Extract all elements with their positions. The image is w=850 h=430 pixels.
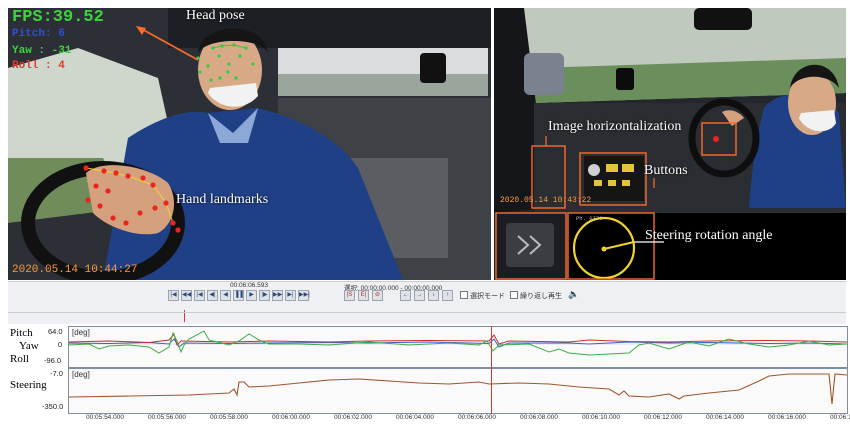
fast-forward-button[interactable]: ▶▶ [272, 290, 283, 301]
time-tick-label: 00:06:10.000 [582, 414, 620, 421]
select-mode-label: 選択モード [470, 293, 505, 300]
next-marker-button[interactable]: ▶| [285, 290, 296, 301]
steering-ymin-tick: -350.0 [42, 402, 64, 411]
time-tick-label: 00:06:02.000 [334, 414, 372, 421]
pitch-label: Pitch [10, 327, 33, 339]
time-tick-label: 00:06:08.000 [520, 414, 558, 421]
buttons-annotation: Buttons [644, 163, 688, 178]
step-back-button[interactable]: ◀| [207, 290, 218, 301]
repeat-playback-label: 繰り返し再生 [520, 293, 562, 300]
reverse-play-button[interactable]: ◀ [220, 290, 231, 301]
fast-rewind-button[interactable]: ◀◀ [181, 290, 192, 301]
driver-camera-scene [8, 8, 491, 280]
timeline-plots: Pitch Yaw Roll Steering 64.0 0 -96.0 -7.… [8, 324, 850, 426]
right-video-timestamp: 2020.05.14 10:43:22 [500, 196, 592, 205]
roll-readout: Roll : 4 [12, 60, 65, 72]
playback-toolbar: 00:06:06.593 選択: 00:00:00.000 - 00:00:00… [8, 281, 846, 324]
yaw-readout: Yaw : -31 [12, 45, 72, 57]
play-button[interactable]: ▶ [246, 290, 257, 301]
pitch-ymin-tick: -96.0 [44, 356, 62, 365]
steering-plot[interactable]: [deg] [68, 368, 848, 414]
time-axis: 00:05:54.000 00:05:56.000 00:05:58.000 00:0… [68, 414, 850, 426]
dashboard-camera-view: Image horizontalization Buttons Steering… [494, 8, 846, 280]
time-tick-label: 00:05:54.000 [86, 414, 124, 421]
move-left-button[interactable]: ← [400, 290, 411, 301]
head-pose-traces [69, 330, 847, 356]
step-forward-button[interactable]: |▶ [259, 290, 270, 301]
repeat-playback-checkbox[interactable] [510, 291, 518, 299]
driver-camera-view: FPS:39.52 Pitch: 6 Yaw : -31 Roll : 4 He… [8, 8, 491, 280]
steering-trace [69, 373, 847, 405]
select-mode-checkbox[interactable] [460, 291, 468, 299]
left-video-timestamp: 2020.05.14 10:44:27 [12, 264, 138, 276]
yaw-label: Yaw [19, 340, 39, 352]
pause-button[interactable]: ▐▐ [233, 290, 244, 301]
steering-label: Steering [10, 379, 47, 391]
repeat-playback-option[interactable]: 繰り返し再生 [510, 291, 562, 301]
time-tick-label: 00:05:58.000 [210, 414, 248, 421]
image-horizontalization-annotation: Image horizontalization [548, 119, 682, 134]
head-pose-annotation: Head pose [186, 8, 245, 23]
time-tick-label: 00:06:00.000 [272, 414, 310, 421]
head-pose-plot[interactable]: [deg] [68, 326, 848, 368]
go-to-start-button[interactable]: |◀ [168, 290, 179, 301]
time-tick-label: 00:06:16.000 [768, 414, 806, 421]
steering-gauge-readout: Ph. 0773 [576, 215, 603, 222]
move-down-button[interactable]: ↓ [428, 290, 439, 301]
time-tick-label: 00:06:06.000 [458, 414, 496, 421]
time-tick-label: 00:05:56.000 [148, 414, 186, 421]
roll-label: Roll [10, 353, 29, 365]
hand-landmarks-annotation: Hand landmarks [176, 192, 269, 207]
go-to-end-button[interactable]: ▶▶| [298, 290, 310, 301]
steering-ymax-tick: -7.0 [50, 369, 63, 378]
time-tick-label: 00:06:14.000 [706, 414, 744, 421]
select-mode-option[interactable]: 選択モード [460, 291, 505, 301]
steering-rotation-annotation: Steering rotation angle [645, 228, 773, 243]
time-tick-label: 00:06:04.000 [396, 414, 434, 421]
set-start-button[interactable]: |S [344, 290, 355, 301]
fps-readout: FPS:39.52 [12, 8, 104, 27]
pitch-yzero-tick: 0 [58, 340, 63, 349]
playback-cursor[interactable] [491, 326, 492, 414]
set-end-button[interactable]: E| [358, 290, 369, 301]
time-tick-label: 00:06:12.000 [644, 414, 682, 421]
move-right-button[interactable]: → [414, 290, 425, 301]
volume-icon[interactable]: 🔈 [568, 289, 579, 300]
move-up-button[interactable]: ↑ [442, 290, 453, 301]
previous-marker-button[interactable]: |◀ [194, 290, 205, 301]
time-tick-label: 00:06:18.000 [830, 414, 850, 421]
pitch-ymax-tick: 64.0 [48, 327, 63, 336]
pitch-readout: Pitch: 6 [12, 28, 65, 40]
toolbar-divider [8, 312, 846, 313]
clear-selection-button[interactable]: ⊘ [372, 290, 383, 301]
current-time-display: 00:06:06.593 [230, 282, 268, 289]
steering-traces [69, 373, 847, 405]
